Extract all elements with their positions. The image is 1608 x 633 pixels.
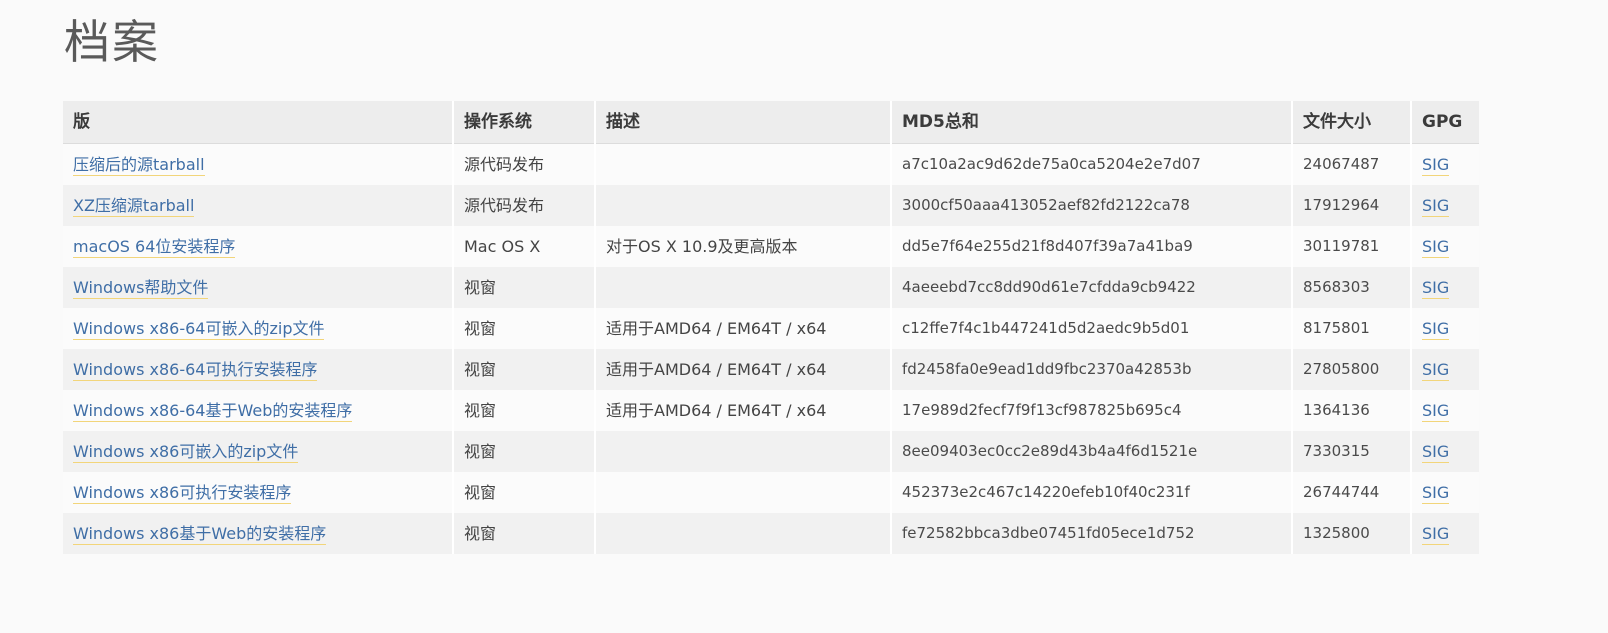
filesize-cell: 24067487 — [1292, 143, 1412, 185]
sig-link[interactable]: SIG — [1422, 196, 1450, 217]
download-link[interactable]: 压缩后的源tarball — [73, 155, 205, 176]
files-table: 版 操作系统 描述 MD5总和 文件大小 GPG 压缩后的源tarball 源代… — [63, 101, 1479, 554]
version-cell: Windows x86可执行安装程序 — [63, 472, 454, 513]
filesize-cell: 1364136 — [1292, 390, 1412, 431]
table-row: Windows帮助文件 视窗 4aeeebd7cc8dd90d61e7cfdda… — [63, 267, 1479, 308]
description-cell — [595, 143, 892, 185]
filesize-cell: 27805800 — [1292, 349, 1412, 390]
table-row: Windows x86-64基于Web的安装程序 视窗 适用于AMD64 / E… — [63, 390, 1479, 431]
description-cell — [595, 431, 892, 472]
table-row: Windows x86可嵌入的zip文件 视窗 8ee09403ec0cc2e8… — [63, 431, 1479, 472]
header-description: 描述 — [595, 101, 892, 144]
version-cell: XZ压缩源tarball — [63, 185, 454, 226]
description-cell — [595, 513, 892, 554]
table-row: Windows x86-64可执行安装程序 视窗 适用于AMD64 / EM64… — [63, 349, 1479, 390]
download-link[interactable]: Windows x86可嵌入的zip文件 — [73, 442, 299, 463]
os-cell: 视窗 — [453, 390, 596, 431]
md5-cell: c12ffe7f4c1b447241d5d2aedc9b5d01 — [891, 308, 1293, 349]
gpg-cell: SIG — [1411, 431, 1479, 472]
page-title: 档案 — [64, 15, 160, 69]
header-md5: MD5总和 — [891, 101, 1293, 144]
version-cell: Windows x86-64可执行安装程序 — [63, 349, 454, 390]
table-row: Windows x86可执行安装程序 视窗 452373e2c467c14220… — [63, 472, 1479, 513]
download-link[interactable]: Windows x86-64可嵌入的zip文件 — [73, 319, 325, 340]
filesize-cell: 26744744 — [1292, 472, 1412, 513]
header-os: 操作系统 — [453, 101, 596, 144]
version-cell: Windows帮助文件 — [63, 267, 454, 308]
md5-cell: a7c10a2ac9d62de75a0ca5204e2e7d07 — [891, 143, 1293, 185]
table-row: 压缩后的源tarball 源代码发布 a7c10a2ac9d62de75a0ca… — [63, 143, 1479, 185]
sig-link[interactable]: SIG — [1422, 155, 1450, 176]
sig-link[interactable]: SIG — [1422, 360, 1450, 381]
md5-cell: fe72582bbca3dbe07451fd05ece1d752 — [891, 513, 1293, 554]
description-cell: 对于OS X 10.9及更高版本 — [595, 226, 892, 267]
md5-cell: 8ee09403ec0cc2e89d43b4a4f6d1521e — [891, 431, 1293, 472]
sig-link[interactable]: SIG — [1422, 442, 1450, 463]
download-link[interactable]: macOS 64位安装程序 — [73, 237, 236, 258]
os-cell: 源代码发布 — [453, 185, 596, 226]
os-cell: 视窗 — [453, 513, 596, 554]
download-link[interactable]: Windows x86-64可执行安装程序 — [73, 360, 318, 381]
description-cell: 适用于AMD64 / EM64T / x64 — [595, 390, 892, 431]
table-row: Windows x86-64可嵌入的zip文件 视窗 适用于AMD64 / EM… — [63, 308, 1479, 349]
gpg-cell: SIG — [1411, 226, 1479, 267]
version-cell: Windows x86可嵌入的zip文件 — [63, 431, 454, 472]
md5-cell: dd5e7f64e255d21f8d407f39a7a41ba9 — [891, 226, 1293, 267]
gpg-cell: SIG — [1411, 143, 1479, 185]
sig-link[interactable]: SIG — [1422, 524, 1450, 545]
version-cell: Windows x86基于Web的安装程序 — [63, 513, 454, 554]
gpg-cell: SIG — [1411, 308, 1479, 349]
filesize-cell: 17912964 — [1292, 185, 1412, 226]
md5-cell: fd2458fa0e9ead1dd9fbc2370a42853b — [891, 349, 1293, 390]
table-row: Windows x86基于Web的安装程序 视窗 fe72582bbca3dbe… — [63, 513, 1479, 554]
version-cell: macOS 64位安装程序 — [63, 226, 454, 267]
filesize-cell: 7330315 — [1292, 431, 1412, 472]
os-cell: 视窗 — [453, 308, 596, 349]
gpg-cell: SIG — [1411, 185, 1479, 226]
sig-link[interactable]: SIG — [1422, 237, 1450, 258]
gpg-cell: SIG — [1411, 472, 1479, 513]
os-cell: Mac OS X — [453, 226, 596, 267]
sig-link[interactable]: SIG — [1422, 483, 1450, 504]
table-row: macOS 64位安装程序 Mac OS X 对于OS X 10.9及更高版本 … — [63, 226, 1479, 267]
md5-cell: 3000cf50aaa413052aef82fd2122ca78 — [891, 185, 1293, 226]
md5-cell: 17e989d2fecf7f9f13cf987825b695c4 — [891, 390, 1293, 431]
table-header-row: 版 操作系统 描述 MD5总和 文件大小 GPG — [63, 101, 1479, 144]
filesize-cell: 8175801 — [1292, 308, 1412, 349]
os-cell: 视窗 — [453, 267, 596, 308]
version-cell: Windows x86-64可嵌入的zip文件 — [63, 308, 454, 349]
md5-cell: 4aeeebd7cc8dd90d61e7cfdda9cb9422 — [891, 267, 1293, 308]
header-version: 版 — [63, 101, 454, 144]
header-filesize: 文件大小 — [1292, 101, 1412, 144]
os-cell: 视窗 — [453, 431, 596, 472]
download-link[interactable]: Windows x86基于Web的安装程序 — [73, 524, 327, 545]
description-cell — [595, 267, 892, 308]
os-cell: 视窗 — [453, 349, 596, 390]
download-link[interactable]: Windows x86-64基于Web的安装程序 — [73, 401, 353, 422]
description-cell: 适用于AMD64 / EM64T / x64 — [595, 349, 892, 390]
description-cell — [595, 185, 892, 226]
filesize-cell: 1325800 — [1292, 513, 1412, 554]
version-cell: 压缩后的源tarball — [63, 143, 454, 185]
table-row: XZ压缩源tarball 源代码发布 3000cf50aaa413052aef8… — [63, 185, 1479, 226]
header-gpg: GPG — [1411, 101, 1479, 144]
gpg-cell: SIG — [1411, 267, 1479, 308]
download-link[interactable]: XZ压缩源tarball — [73, 196, 195, 217]
version-cell: Windows x86-64基于Web的安装程序 — [63, 390, 454, 431]
md5-cell: 452373e2c467c14220efeb10f40c231f — [891, 472, 1293, 513]
os-cell: 视窗 — [453, 472, 596, 513]
sig-link[interactable]: SIG — [1422, 278, 1450, 299]
download-link[interactable]: Windows x86可执行安装程序 — [73, 483, 292, 504]
sig-link[interactable]: SIG — [1422, 401, 1450, 422]
gpg-cell: SIG — [1411, 349, 1479, 390]
filesize-cell: 8568303 — [1292, 267, 1412, 308]
sig-link[interactable]: SIG — [1422, 319, 1450, 340]
filesize-cell: 30119781 — [1292, 226, 1412, 267]
download-link[interactable]: Windows帮助文件 — [73, 278, 209, 299]
gpg-cell: SIG — [1411, 390, 1479, 431]
description-cell — [595, 472, 892, 513]
os-cell: 源代码发布 — [453, 143, 596, 185]
description-cell: 适用于AMD64 / EM64T / x64 — [595, 308, 892, 349]
gpg-cell: SIG — [1411, 513, 1479, 554]
